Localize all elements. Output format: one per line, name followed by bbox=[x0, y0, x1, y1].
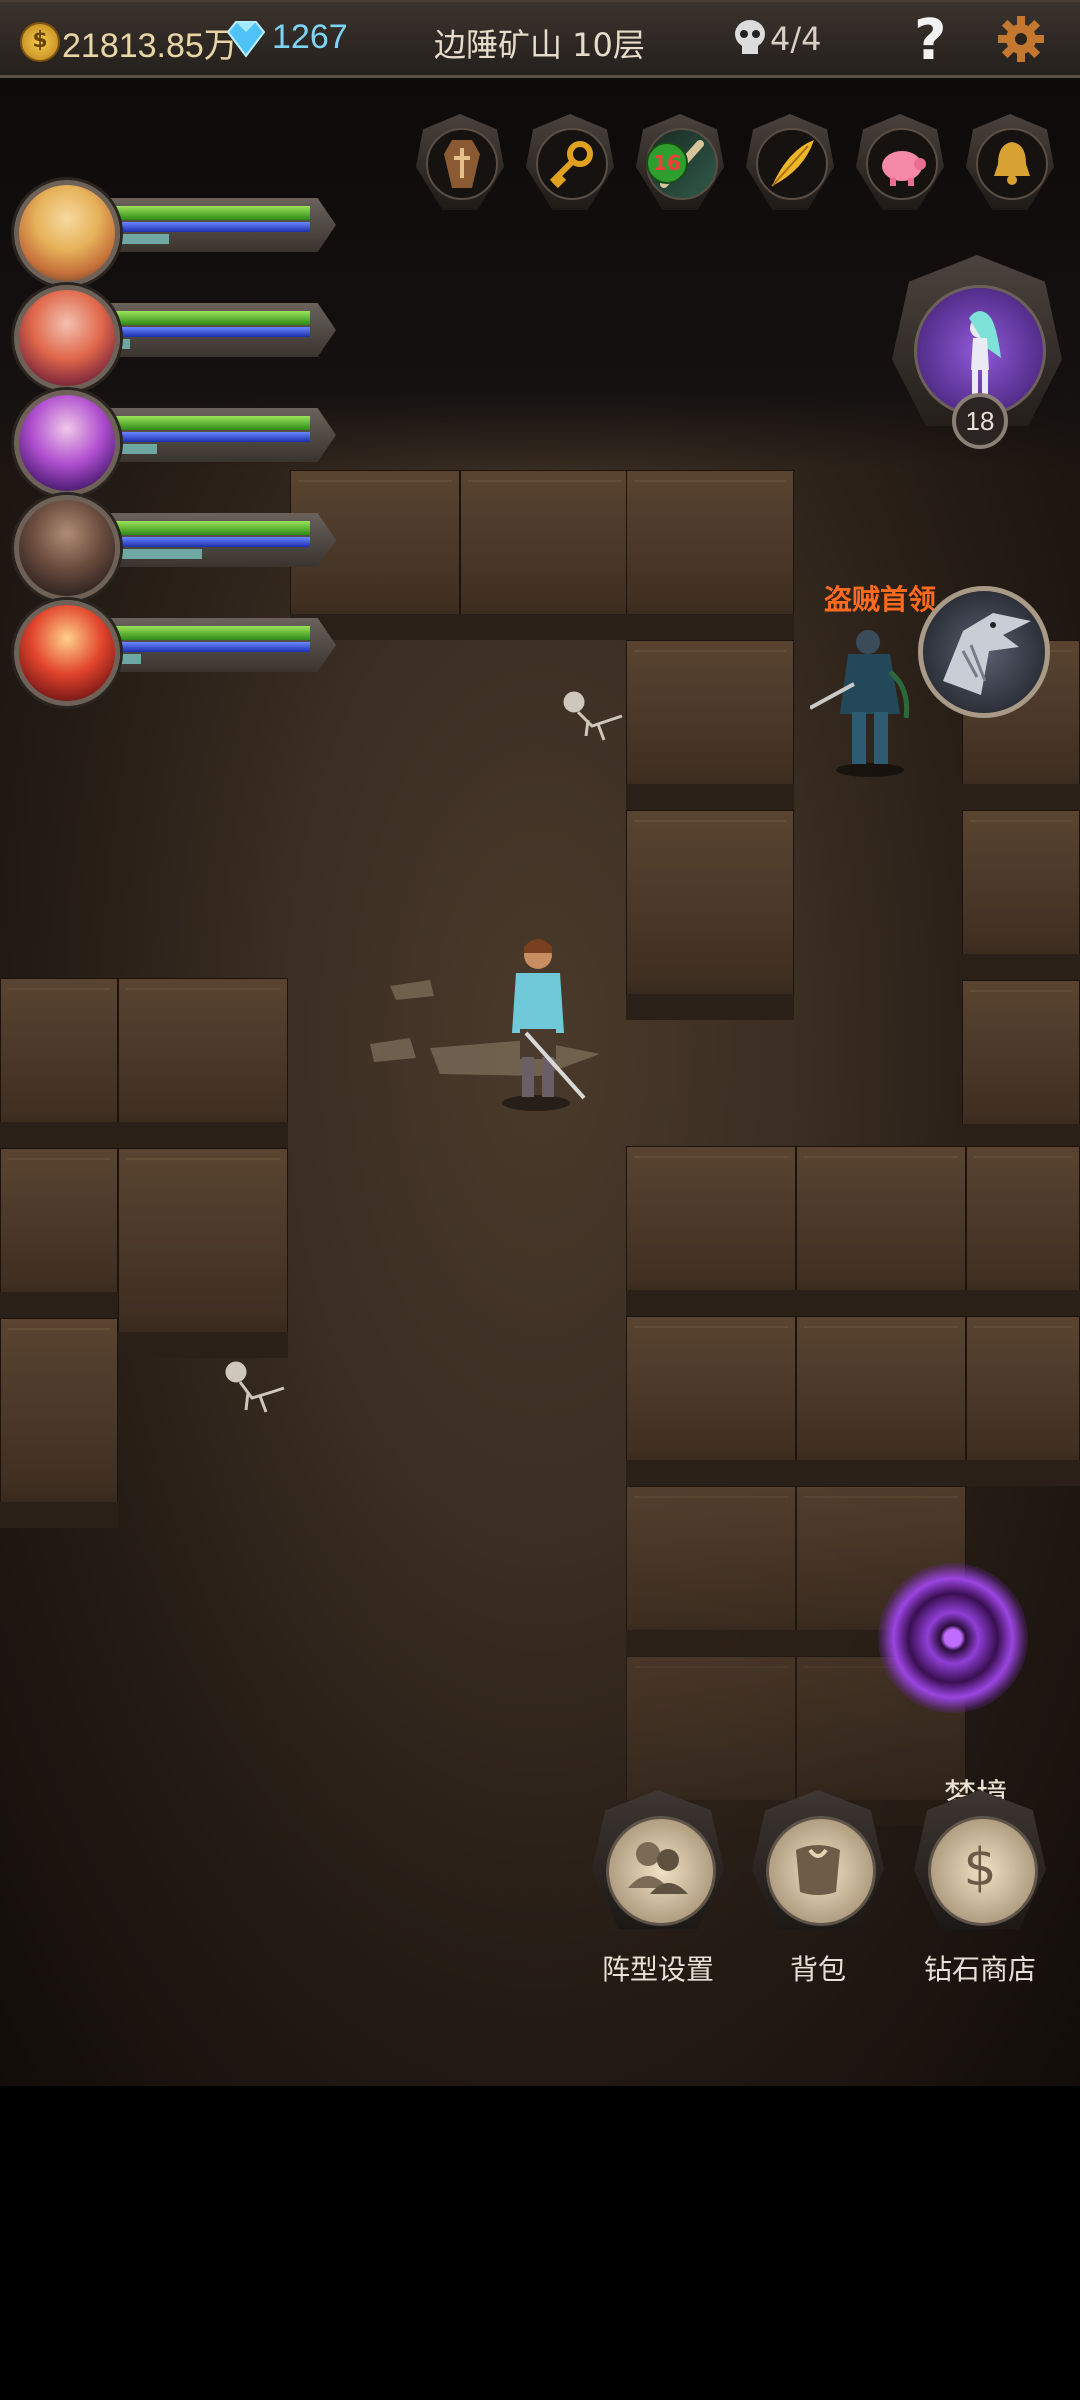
dollar-icon: $ bbox=[963, 1838, 997, 1898]
hero-portrait-avatar[interactable] bbox=[14, 495, 120, 601]
formation-label: 阵型设置 bbox=[601, 1953, 714, 1986]
hero-portrait-avatar[interactable] bbox=[14, 390, 120, 496]
hero-portrait-avatar[interactable] bbox=[14, 180, 120, 286]
diamond-shop-button[interactable]: $ bbox=[910, 1790, 1050, 1940]
companion-level-badge: 18 bbox=[952, 393, 1008, 449]
wall-block bbox=[626, 1146, 796, 1316]
bag-label: 背包 bbox=[789, 1953, 846, 1986]
player-character[interactable] bbox=[486, 933, 586, 1113]
boss-name-label: 盗贼首领 bbox=[824, 583, 937, 616]
item-slot-coffin[interactable] bbox=[412, 108, 508, 216]
hero-portrait-avatar[interactable] bbox=[14, 600, 120, 706]
hero-slot-3[interactable] bbox=[14, 390, 336, 496]
hp-bar bbox=[114, 521, 310, 535]
piggy-bank-icon bbox=[866, 128, 938, 200]
bag-icon bbox=[796, 1845, 840, 1895]
raven-icon bbox=[943, 613, 1031, 695]
diamond-shop-label: 钻石商店 bbox=[923, 1953, 1036, 1986]
hp-bar bbox=[114, 626, 310, 640]
wall-block bbox=[118, 1148, 288, 1358]
mp-bar bbox=[114, 327, 310, 337]
wall-block bbox=[626, 810, 794, 1020]
wall-block bbox=[460, 470, 630, 640]
wall-block bbox=[118, 978, 288, 1148]
wall-block bbox=[0, 1318, 118, 1528]
item-slot-piggy-bank[interactable] bbox=[852, 108, 948, 216]
exp-bar bbox=[114, 549, 202, 559]
top-hud: $ 21813.85万 1267 边陲矿山 10层 4/4 ? bbox=[0, 0, 1080, 78]
mp-bar bbox=[114, 222, 310, 232]
item-slot-feather[interactable] bbox=[742, 108, 838, 216]
notification-badge: 16 bbox=[646, 142, 688, 184]
hero-slot-2[interactable] bbox=[14, 285, 336, 391]
wall-block bbox=[966, 1146, 1080, 1316]
hp-bar bbox=[114, 416, 310, 430]
formation-icon bbox=[628, 1842, 688, 1894]
kill-counter: 4/4 bbox=[770, 20, 822, 58]
companion-slot[interactable]: 18 bbox=[892, 255, 1062, 455]
item-slot-key[interactable] bbox=[522, 108, 618, 216]
diamond-amount: 1267 bbox=[272, 18, 348, 56]
gear-icon[interactable] bbox=[996, 14, 1046, 64]
wall-block bbox=[796, 1316, 966, 1486]
wall-block bbox=[962, 810, 1080, 980]
thief-boss-enemy[interactable] bbox=[810, 618, 920, 778]
dream-portal[interactable] bbox=[878, 1563, 1028, 1713]
mp-bar bbox=[114, 432, 310, 442]
gold-amount: 21813.85万 bbox=[62, 27, 238, 65]
wall-block bbox=[0, 978, 118, 1148]
wall-block bbox=[796, 1146, 966, 1316]
hero-slot-5[interactable] bbox=[14, 600, 336, 706]
wall-block bbox=[626, 1486, 796, 1656]
key-icon bbox=[536, 128, 608, 200]
hp-bar bbox=[114, 311, 310, 325]
formation-button[interactable] bbox=[588, 1790, 728, 1940]
hero-portrait-avatar[interactable] bbox=[14, 285, 120, 391]
hero-slot-4[interactable] bbox=[14, 495, 336, 601]
wall-block bbox=[0, 1148, 118, 1318]
feather-icon bbox=[756, 128, 828, 200]
wall-block bbox=[966, 1316, 1080, 1486]
skeleton-remains-icon bbox=[225, 1361, 285, 1413]
hp-bar bbox=[114, 206, 310, 220]
help-button[interactable]: ? bbox=[914, 8, 946, 73]
hero-slot-1[interactable] bbox=[14, 180, 336, 286]
raven-boss-portrait[interactable] bbox=[918, 586, 1050, 718]
mp-bar bbox=[114, 642, 310, 652]
floor-title: 边陲矿山 10层 bbox=[434, 26, 645, 64]
bell-icon bbox=[976, 128, 1048, 200]
skeleton-remains-icon bbox=[563, 691, 623, 741]
exp-bar bbox=[114, 234, 169, 244]
diamond-icon bbox=[226, 21, 266, 58]
gold-coin-icon: $ bbox=[20, 22, 60, 62]
skull-icon bbox=[735, 20, 765, 54]
bag-button[interactable] bbox=[748, 1790, 888, 1940]
wall-block bbox=[626, 640, 794, 810]
item-slot-bell[interactable] bbox=[962, 108, 1058, 216]
wall-block bbox=[626, 470, 794, 640]
mp-bar bbox=[114, 537, 310, 547]
wall-block bbox=[962, 980, 1080, 1150]
exp-bar bbox=[114, 444, 157, 454]
coffin-icon bbox=[426, 128, 498, 200]
wall-block bbox=[626, 1316, 796, 1486]
